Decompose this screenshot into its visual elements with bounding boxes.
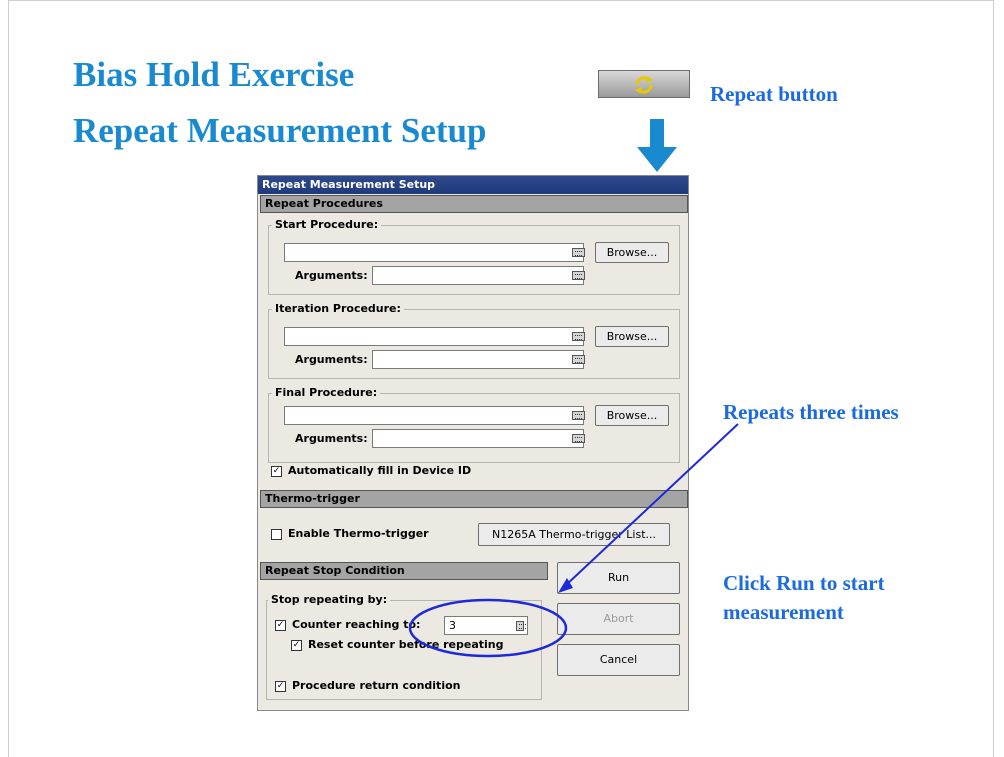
annotation-overlay bbox=[408, 423, 739, 658]
counter-highlight-ellipse bbox=[408, 598, 568, 658]
pointer-arrow-line bbox=[564, 423, 739, 587]
